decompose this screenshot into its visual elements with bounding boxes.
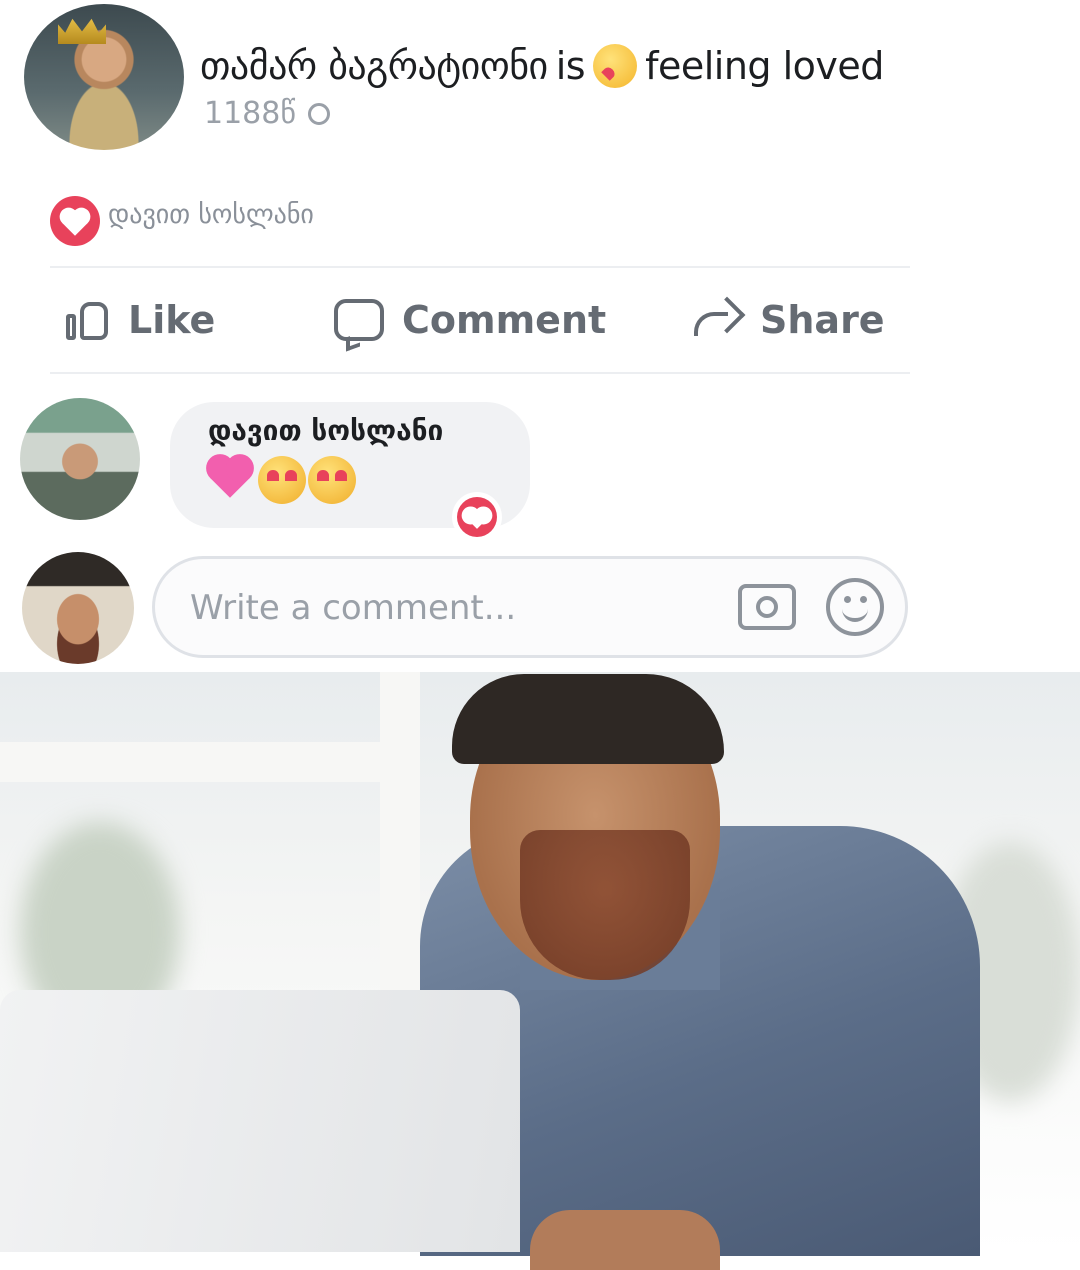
feeling-prefix: is <box>555 44 586 88</box>
thumbs-up-icon <box>66 298 110 342</box>
window-frame <box>0 742 420 782</box>
post-title: თამარ ბაგრატიონი is feeling loved <box>200 44 884 88</box>
commenter-avatar[interactable] <box>20 398 140 520</box>
share-button[interactable]: Share <box>690 292 885 348</box>
share-icon <box>690 300 742 340</box>
comment-button[interactable]: Comment <box>334 292 606 348</box>
heart-reaction-icon <box>457 497 497 537</box>
post-meta: 1188წ <box>204 96 330 131</box>
comment-label: Comment <box>402 298 607 342</box>
heart-icon <box>467 509 487 529</box>
author-name[interactable]: თამარ ბაგრატიონი <box>200 44 548 88</box>
user-avatar <box>22 552 134 664</box>
person-hand <box>530 1210 720 1270</box>
like-label: Like <box>128 298 216 342</box>
comment-input-placeholder[interactable]: Write a comment... <box>190 588 516 628</box>
feeling-emoji-icon <box>593 44 638 88</box>
heart-eyes-icon <box>258 456 306 504</box>
comment-icon <box>334 299 384 341</box>
comment-author[interactable]: დავით სოსლანი <box>208 414 443 447</box>
share-label: Share <box>760 298 885 342</box>
author-avatar[interactable] <box>24 4 184 150</box>
window-frame <box>380 672 420 1012</box>
divider <box>50 372 910 374</box>
globe-icon <box>307 102 330 125</box>
comment-reaction-badge[interactable] <box>452 492 502 542</box>
comment-text <box>206 456 356 506</box>
like-button[interactable]: Like <box>66 292 215 348</box>
heart-eyes-icon <box>308 456 356 504</box>
heart-reaction-icon[interactable] <box>50 196 100 246</box>
reaction-names[interactable]: დავით სოსლანი <box>108 200 314 230</box>
heart-icon <box>62 210 88 236</box>
laptop <box>0 990 520 1252</box>
person-beard <box>520 830 690 980</box>
divider <box>50 266 910 268</box>
feeling-text: feeling loved <box>645 44 884 88</box>
smile-icon[interactable] <box>826 578 884 636</box>
camera-icon[interactable] <box>738 584 796 630</box>
post-timestamp[interactable]: 1188წ <box>204 96 296 131</box>
sparkling-heart-icon <box>206 456 256 506</box>
person-hair <box>452 674 724 764</box>
